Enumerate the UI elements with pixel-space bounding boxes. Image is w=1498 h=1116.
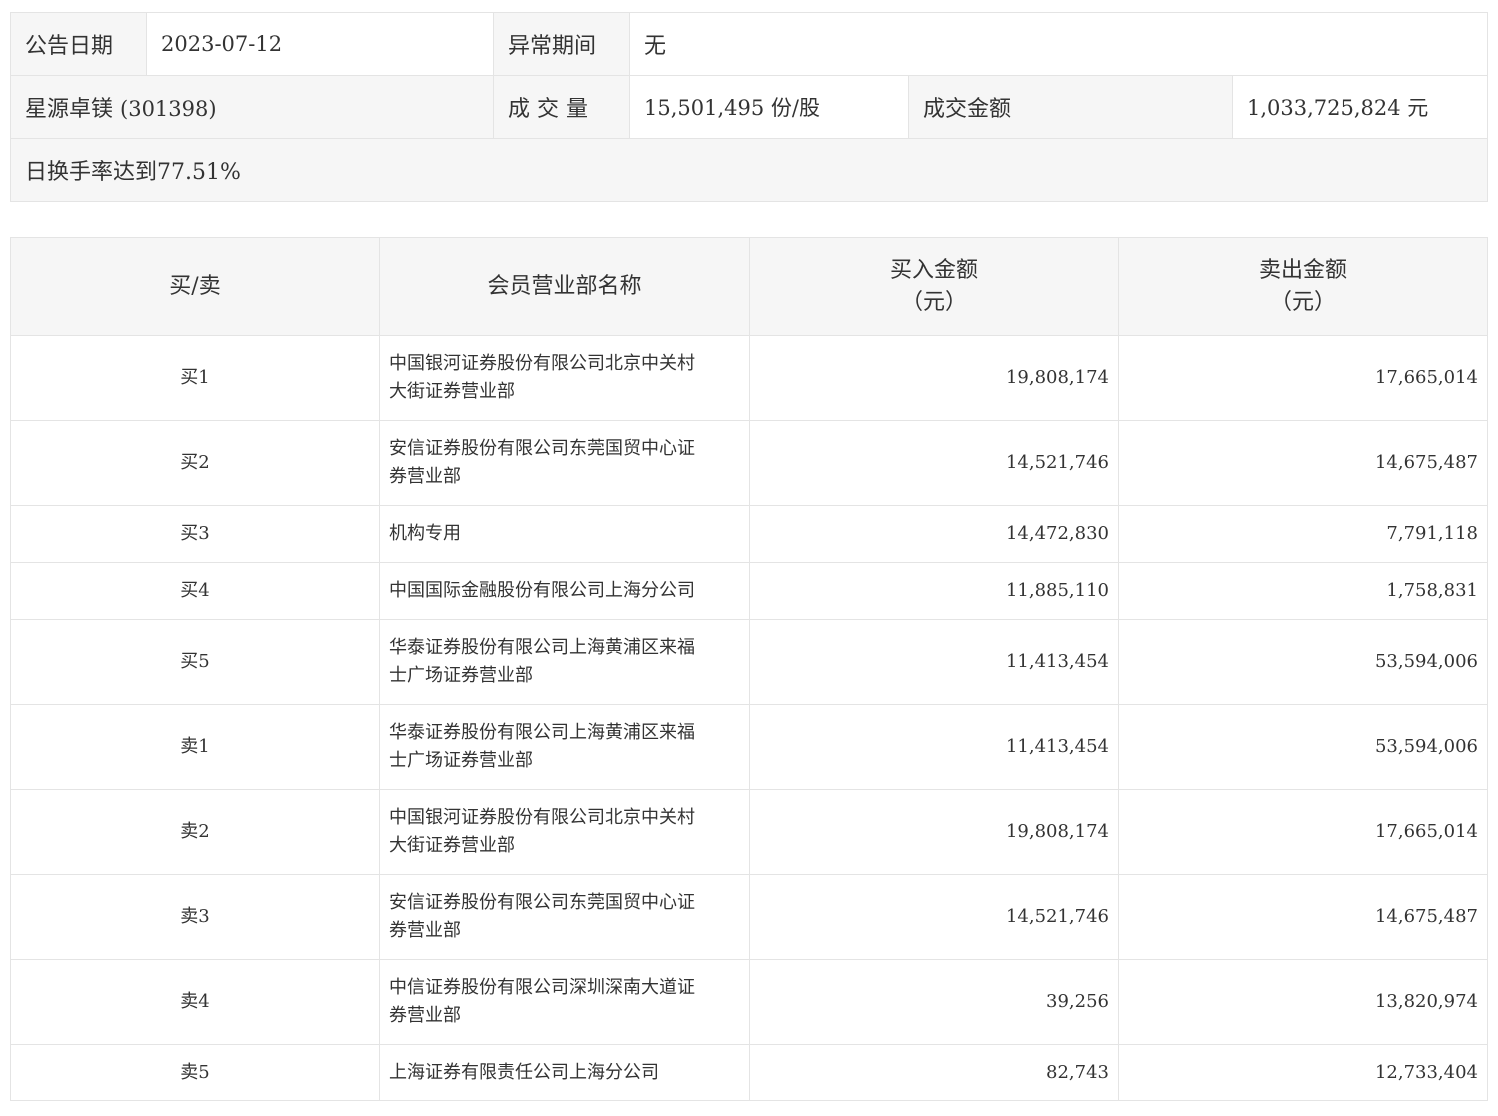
volume-label: 成 交 量 bbox=[493, 75, 630, 139]
row-branch-line2: 券营业部 bbox=[389, 920, 461, 941]
row-branch-line2: 大街证券营业部 bbox=[389, 381, 515, 402]
row-side: 买5 bbox=[10, 619, 380, 705]
table-header-row: 买/卖 会员营业部名称 买入金额 （元） 卖出金额 （元） bbox=[10, 237, 1488, 336]
header-branch: 会员营业部名称 bbox=[379, 237, 750, 336]
row-branch-line1: 华泰证券股份有限公司上海黄浦区来福 bbox=[389, 722, 695, 743]
stock-code: (301398) bbox=[120, 97, 217, 121]
row-sell-amount: 12,733,404 bbox=[1118, 1044, 1488, 1101]
table-row: 买2 安信证券股份有限公司东莞国贸中心证 券营业部 14,521,746 14,6… bbox=[10, 420, 1488, 506]
trading-detail-table: 买/卖 会员营业部名称 买入金额 （元） 卖出金额 （元） 买1 中国银河证券股… bbox=[10, 237, 1488, 1101]
header-sell-amount-unit: （元） bbox=[1269, 289, 1336, 315]
table-row: 卖1 华泰证券股份有限公司上海黄浦区来福 士广场证券营业部 11,413,454 … bbox=[10, 704, 1488, 790]
row-branch-line1: 中国国际金融股份有限公司上海分公司 bbox=[389, 580, 695, 601]
row-branch-line2: 大街证券营业部 bbox=[389, 835, 515, 856]
row-buy-amount: 14,521,746 bbox=[749, 420, 1119, 506]
stock-name: 星源卓镁 bbox=[25, 97, 114, 122]
summary-row-note: 日换手率达到77.51% bbox=[9, 138, 1489, 202]
table-row: 卖5 上海证券有限责任公司上海分公司 82,743 12,733,404 bbox=[10, 1044, 1488, 1101]
row-branch: 上海证券有限责任公司上海分公司 bbox=[379, 1044, 750, 1101]
row-branch-line1: 中国银河证券股份有限公司北京中关村 bbox=[389, 807, 695, 828]
turnover-label: 成交金额 bbox=[908, 75, 1233, 139]
row-branch-line1: 机构专用 bbox=[389, 523, 461, 544]
row-branch: 华泰证券股份有限公司上海黄浦区来福 士广场证券营业部 bbox=[379, 619, 750, 705]
row-side: 买3 bbox=[10, 505, 380, 563]
row-buy-amount: 19,808,174 bbox=[749, 335, 1119, 421]
row-branch-line2: 券营业部 bbox=[389, 466, 461, 487]
header-sell-amount-label: 卖出金额 bbox=[1258, 257, 1347, 283]
table-row: 买5 华泰证券股份有限公司上海黄浦区来福 士广场证券营业部 11,413,454 … bbox=[10, 619, 1488, 705]
row-buy-amount: 11,413,454 bbox=[749, 704, 1119, 790]
row-side: 卖4 bbox=[10, 959, 380, 1045]
row-side: 卖1 bbox=[10, 704, 380, 790]
row-branch: 中信证券股份有限公司深圳深南大道证 券营业部 bbox=[379, 959, 750, 1045]
row-buy-amount: 19,808,174 bbox=[749, 789, 1119, 875]
row-sell-amount: 17,665,014 bbox=[1118, 335, 1488, 421]
table-row: 卖3 安信证券股份有限公司东莞国贸中心证 券营业部 14,521,746 14,6… bbox=[10, 874, 1488, 960]
abnormal-period-label: 异常期间 bbox=[493, 12, 630, 76]
row-buy-amount: 11,885,110 bbox=[749, 562, 1119, 620]
row-branch: 华泰证券股份有限公司上海黄浦区来福 士广场证券营业部 bbox=[379, 704, 750, 790]
summary-row-volume: 星源卓镁 (301398) 成 交 量 15,501,495 份/股 成交金额 … bbox=[10, 75, 1489, 139]
row-branch: 中国银河证券股份有限公司北京中关村 大街证券营业部 bbox=[379, 335, 750, 421]
row-sell-amount: 14,675,487 bbox=[1118, 874, 1488, 960]
row-buy-amount: 39,256 bbox=[749, 959, 1119, 1045]
turnover-rate-note: 日换手率达到77.51% bbox=[9, 138, 1489, 202]
row-side: 卖5 bbox=[10, 1044, 380, 1101]
row-branch: 机构专用 bbox=[379, 505, 750, 563]
turnover-value: 1,033,725,824 元 bbox=[1231, 75, 1489, 139]
table-row: 买3 机构专用 14,472,830 7,791,118 bbox=[10, 505, 1488, 563]
summary-row-date: 公告日期 2023-07-12 异常期间 无 bbox=[10, 12, 1489, 76]
row-branch: 中国国际金融股份有限公司上海分公司 bbox=[379, 562, 750, 620]
summary-table: 公告日期 2023-07-12 异常期间 无 星源卓镁 (301398) 成 交… bbox=[9, 12, 1489, 202]
header-buy-amount-label: 买入金额 bbox=[889, 257, 978, 283]
row-branch: 中国银河证券股份有限公司北京中关村 大街证券营业部 bbox=[379, 789, 750, 875]
row-branch: 安信证券股份有限公司东莞国贸中心证 券营业部 bbox=[379, 874, 750, 960]
row-sell-amount: 17,665,014 bbox=[1118, 789, 1488, 875]
row-branch-line2: 士广场证券营业部 bbox=[389, 750, 533, 771]
row-sell-amount: 14,675,487 bbox=[1118, 420, 1488, 506]
row-side: 买4 bbox=[10, 562, 380, 620]
row-sell-amount: 1,758,831 bbox=[1118, 562, 1488, 620]
row-branch-line1: 华泰证券股份有限公司上海黄浦区来福 bbox=[389, 637, 695, 658]
row-branch-line2: 券营业部 bbox=[389, 1005, 461, 1026]
row-branch-line1: 安信证券股份有限公司东莞国贸中心证 bbox=[389, 892, 695, 913]
row-branch-line1: 安信证券股份有限公司东莞国贸中心证 bbox=[389, 438, 695, 459]
row-branch-line1: 中国银河证券股份有限公司北京中关村 bbox=[389, 353, 695, 374]
table-row: 买4 中国国际金融股份有限公司上海分公司 11,885,110 1,758,83… bbox=[10, 562, 1488, 620]
row-buy-amount: 14,521,746 bbox=[749, 874, 1119, 960]
announce-date-value: 2023-07-12 bbox=[146, 12, 494, 76]
row-sell-amount: 13,820,974 bbox=[1118, 959, 1488, 1045]
row-sell-amount: 53,594,006 bbox=[1118, 704, 1488, 790]
header-buy-amount-unit: （元） bbox=[900, 289, 967, 315]
row-side: 卖2 bbox=[10, 789, 380, 875]
volume-value: 15,501,495 份/股 bbox=[629, 75, 909, 139]
row-branch: 安信证券股份有限公司东莞国贸中心证 券营业部 bbox=[379, 420, 750, 506]
abnormal-period-value: 无 bbox=[628, 12, 1489, 76]
header-sell-amount: 卖出金额 （元） bbox=[1118, 237, 1488, 336]
row-side: 卖3 bbox=[10, 874, 380, 960]
row-branch-line1: 上海证券有限责任公司上海分公司 bbox=[389, 1061, 659, 1083]
announce-date-label: 公告日期 bbox=[10, 12, 147, 76]
header-buy-amount: 买入金额 （元） bbox=[749, 237, 1119, 336]
row-branch-line2: 士广场证券营业部 bbox=[389, 665, 533, 686]
row-side: 买2 bbox=[10, 420, 380, 506]
row-side: 买1 bbox=[10, 335, 380, 421]
header-side: 买/卖 bbox=[10, 237, 380, 336]
table-row: 卖4 中信证券股份有限公司深圳深南大道证 券营业部 39,256 13,820,9… bbox=[10, 959, 1488, 1045]
table-row: 买1 中国银河证券股份有限公司北京中关村 大街证券营业部 19,808,174 1… bbox=[10, 335, 1488, 421]
row-branch-line1: 中信证券股份有限公司深圳深南大道证 bbox=[389, 977, 695, 998]
row-buy-amount: 14,472,830 bbox=[749, 505, 1119, 563]
row-sell-amount: 53,594,006 bbox=[1118, 619, 1488, 705]
stock-name-cell: 星源卓镁 (301398) bbox=[10, 75, 494, 139]
row-sell-amount: 7,791,118 bbox=[1118, 505, 1488, 563]
row-buy-amount: 82,743 bbox=[749, 1044, 1119, 1101]
table-row: 卖2 中国银河证券股份有限公司北京中关村 大街证券营业部 19,808,174 1… bbox=[10, 789, 1488, 875]
row-buy-amount: 11,413,454 bbox=[749, 619, 1119, 705]
